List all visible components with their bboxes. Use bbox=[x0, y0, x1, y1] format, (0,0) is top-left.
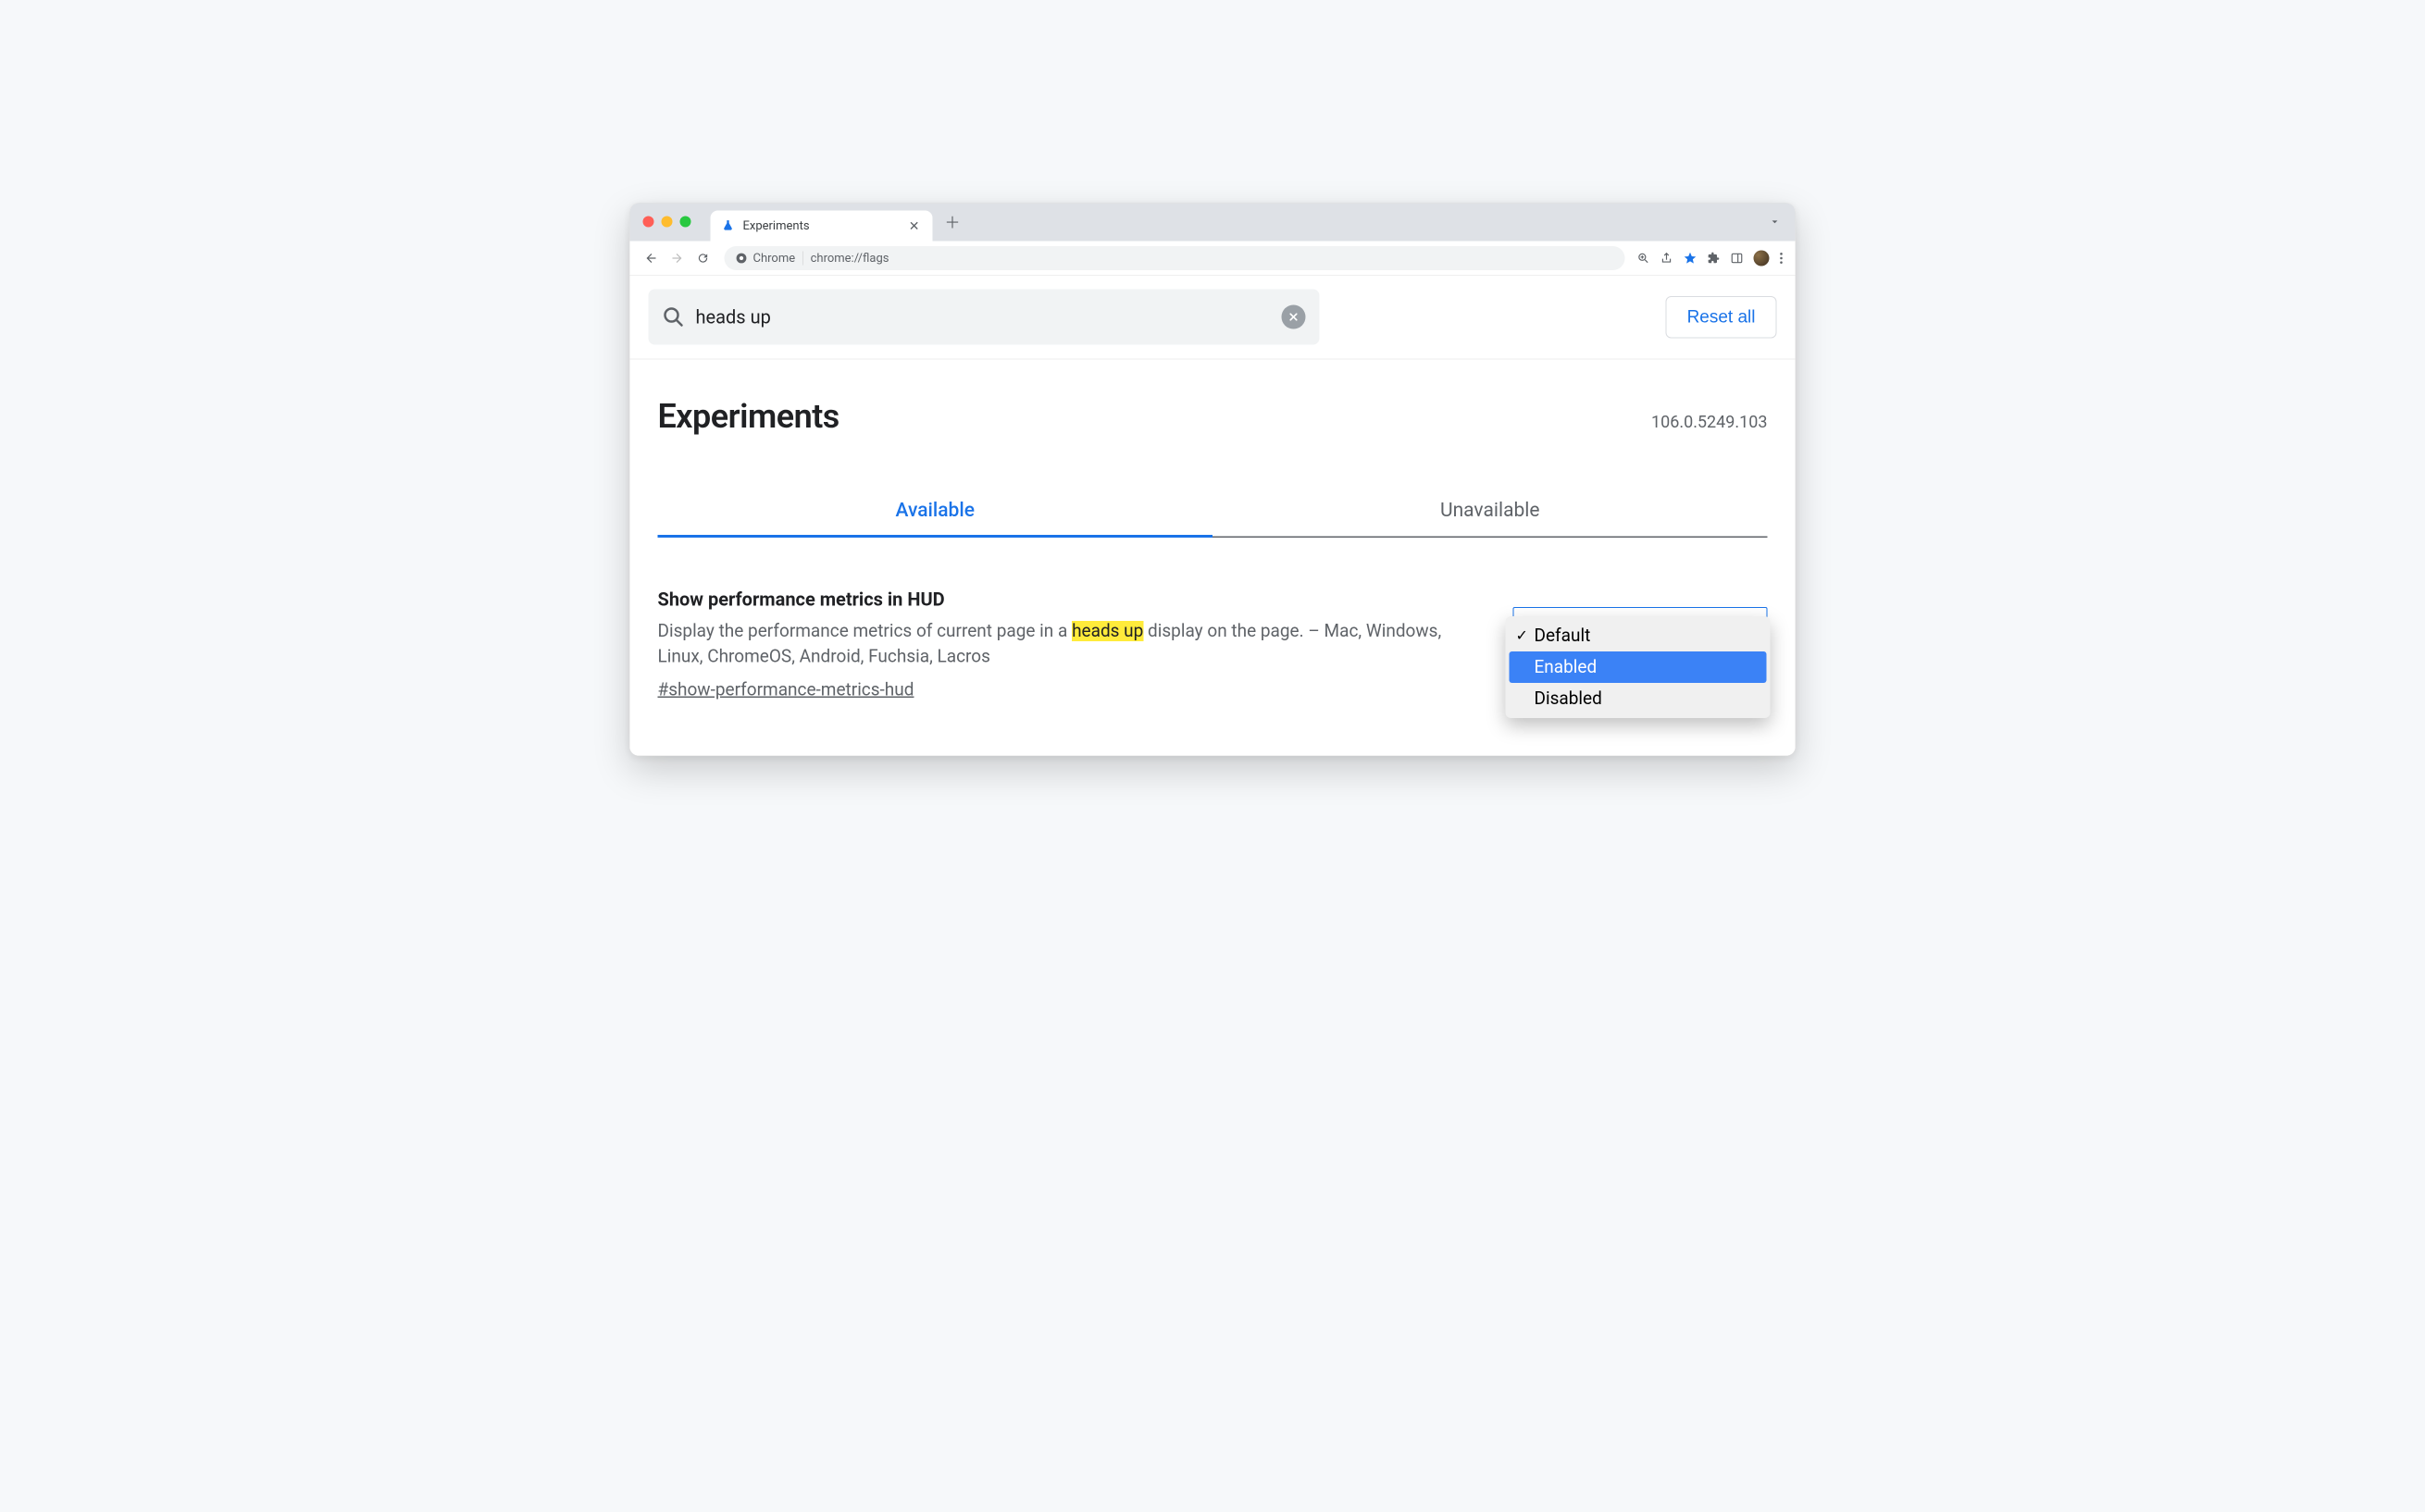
tab-strip: Experiments ✕ ＋ bbox=[630, 203, 1796, 241]
flag-title: Show performance metrics in HUD bbox=[658, 589, 1481, 611]
zoom-icon[interactable] bbox=[1637, 252, 1650, 265]
new-tab-button[interactable]: ＋ bbox=[945, 210, 961, 233]
option-default[interactable]: ✓ Default bbox=[1510, 620, 1767, 651]
option-disabled[interactable]: Disabled bbox=[1510, 683, 1767, 714]
profile-avatar[interactable] bbox=[1754, 250, 1770, 266]
search-icon bbox=[663, 305, 685, 328]
select-popup: ✓ Default Enabled Disabled bbox=[1506, 616, 1771, 718]
side-panel-icon[interactable] bbox=[1731, 252, 1744, 265]
window-controls bbox=[643, 216, 691, 227]
bookmark-star-icon[interactable] bbox=[1684, 251, 1698, 265]
search-box[interactable] bbox=[649, 289, 1320, 344]
flag-anchor-link[interactable]: #show-performance-metrics-hud bbox=[658, 680, 914, 700]
tab-unavailable[interactable]: Unavailable bbox=[1212, 487, 1768, 538]
search-highlight: heads up bbox=[1072, 621, 1143, 641]
toolbar-actions bbox=[1637, 250, 1784, 266]
reset-all-button[interactable]: Reset all bbox=[1666, 296, 1777, 339]
back-button[interactable] bbox=[642, 249, 661, 267]
page-title: Experiments bbox=[658, 396, 839, 436]
tabs-dropdown-icon[interactable] bbox=[1769, 215, 1782, 228]
check-icon: ✓ bbox=[1516, 626, 1528, 644]
close-window-button[interactable] bbox=[643, 216, 654, 227]
version-label: 106.0.5249.103 bbox=[1651, 412, 1768, 431]
maximize-window-button[interactable] bbox=[680, 216, 691, 227]
extensions-icon[interactable] bbox=[1708, 252, 1721, 265]
browser-window: Experiments ✕ ＋ Chrome chrome://flags bbox=[629, 203, 1796, 756]
share-icon[interactable] bbox=[1660, 252, 1673, 265]
option-enabled[interactable]: Enabled bbox=[1510, 651, 1767, 683]
clear-search-icon[interactable] bbox=[1282, 304, 1306, 328]
tab-title: Experiments bbox=[743, 218, 905, 232]
flag-description: Display the performance metrics of curre… bbox=[658, 618, 1481, 669]
address-bar[interactable]: Chrome chrome://flags bbox=[725, 246, 1625, 270]
site-chip: Chrome bbox=[736, 251, 796, 265]
url-text: chrome://flags bbox=[811, 251, 889, 265]
tab-available[interactable]: Available bbox=[658, 487, 1213, 538]
kebab-menu-icon[interactable] bbox=[1780, 252, 1784, 265]
browser-tab[interactable]: Experiments ✕ bbox=[711, 210, 933, 241]
close-tab-icon[interactable]: ✕ bbox=[905, 217, 924, 236]
forward-button[interactable] bbox=[668, 249, 687, 267]
page-content: Reset all Experiments 106.0.5249.103 Ava… bbox=[630, 275, 1796, 755]
reload-button[interactable] bbox=[694, 249, 713, 267]
omnibox-separator bbox=[802, 251, 803, 265]
flask-icon bbox=[722, 219, 735, 232]
chrome-icon bbox=[736, 252, 748, 264]
experiment-tabs: Available Unavailable bbox=[658, 487, 1768, 538]
search-input[interactable] bbox=[696, 306, 1271, 328]
minimize-window-button[interactable] bbox=[662, 216, 673, 227]
site-chip-label: Chrome bbox=[753, 251, 796, 265]
flag-item: Show performance metrics in HUD Display … bbox=[658, 589, 1768, 700]
search-row: Reset all bbox=[630, 275, 1796, 359]
flag-state-select[interactable]: ✓ Default Enabled Disabled bbox=[1509, 589, 1768, 607]
browser-toolbar: Chrome chrome://flags bbox=[630, 241, 1796, 275]
